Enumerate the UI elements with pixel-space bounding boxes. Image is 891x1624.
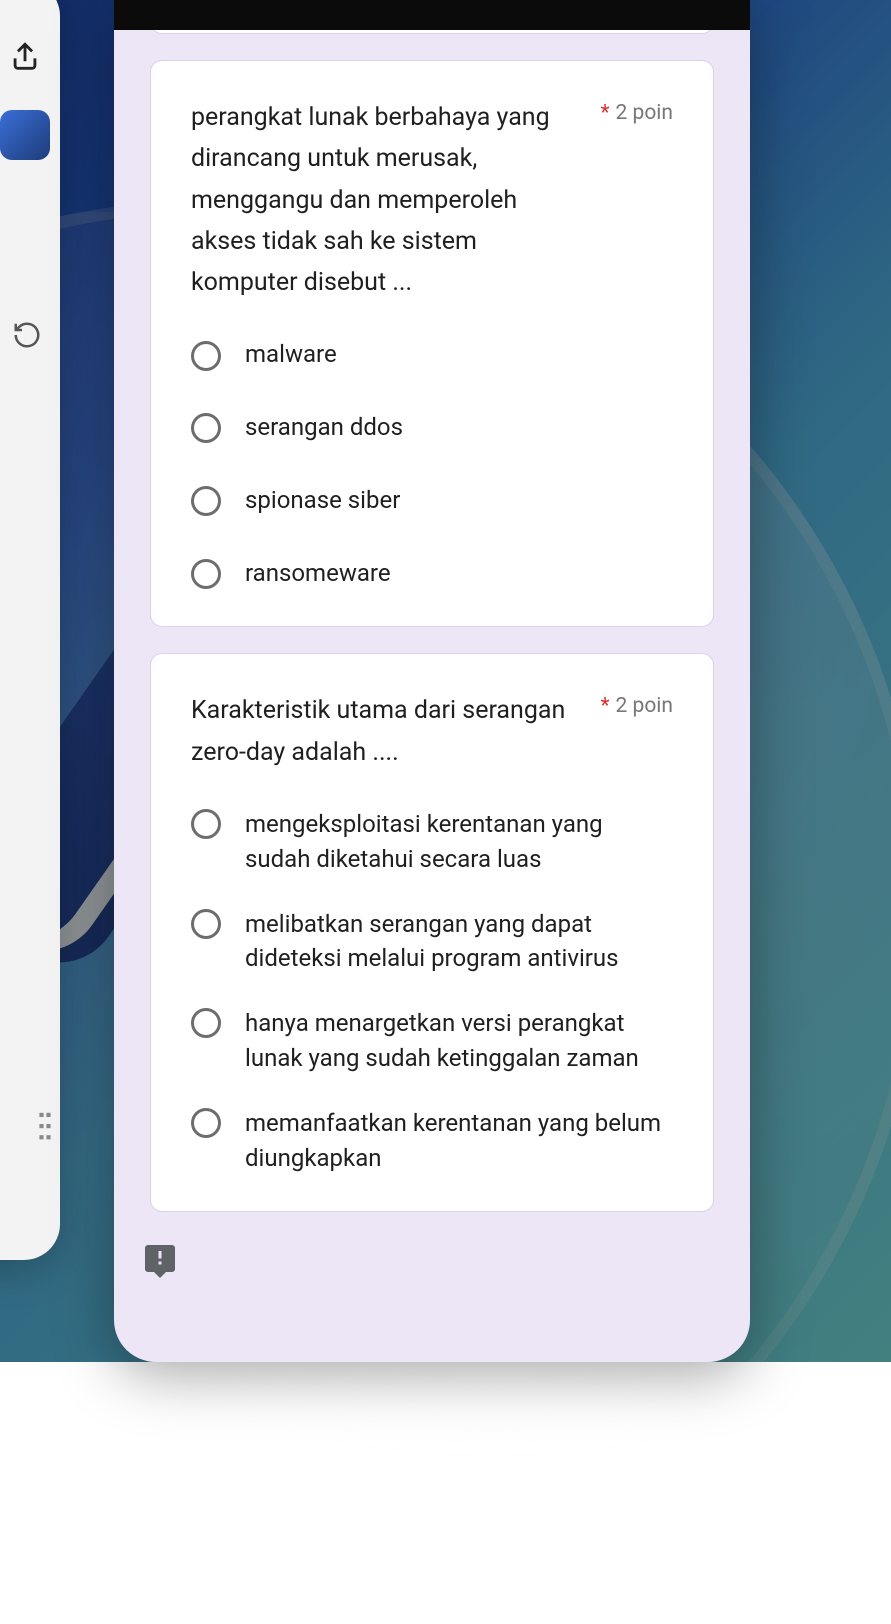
option-label: melibatkan serangan yang dapat dideteksi…: [245, 907, 673, 977]
radio-icon[interactable]: [191, 909, 221, 939]
app-thumbnail: [0, 110, 50, 160]
option-label: mengeksploitasi kerentanan yang sudah di…: [245, 807, 673, 877]
share-icon[interactable]: [8, 40, 42, 74]
option-row[interactable]: spionase siber: [191, 483, 673, 518]
options-group: malware serangan ddos spionase siber ran…: [191, 337, 673, 590]
radio-icon[interactable]: [191, 486, 221, 516]
option-label: serangan ddos: [245, 410, 403, 445]
radio-icon[interactable]: [191, 809, 221, 839]
question-points: 2 poin: [616, 101, 673, 125]
required-indicator: *: [600, 694, 609, 718]
radio-icon[interactable]: [191, 413, 221, 443]
form-panel: perangkat lunak berbahaya yang dirancang…: [114, 0, 750, 1362]
option-row[interactable]: hanya menargetkan versi perangkat lunak …: [191, 1006, 673, 1076]
question-card: perangkat lunak berbahaya yang dirancang…: [150, 60, 714, 627]
refresh-icon[interactable]: [12, 320, 42, 350]
option-row[interactable]: melibatkan serangan yang dapat dideteksi…: [191, 907, 673, 977]
question-header: perangkat lunak berbahaya yang dirancang…: [191, 97, 673, 303]
option-label: hanya menargetkan versi perangkat lunak …: [245, 1006, 673, 1076]
question-card: Karakteristik utama dari serangan zero-d…: [150, 653, 714, 1212]
form-scroll-area[interactable]: perangkat lunak berbahaya yang dirancang…: [114, 30, 750, 1362]
radio-icon[interactable]: [191, 559, 221, 589]
option-label: malware: [245, 337, 337, 372]
question-text: perangkat lunak berbahaya yang dirancang…: [191, 97, 582, 303]
radio-icon[interactable]: [191, 1008, 221, 1038]
radio-icon[interactable]: [191, 341, 221, 371]
radio-icon[interactable]: [191, 1108, 221, 1138]
option-row[interactable]: malware: [191, 337, 673, 372]
option-label: spionase siber: [245, 483, 400, 518]
status-bar: [114, 0, 750, 30]
option-row[interactable]: ransomeware: [191, 556, 673, 591]
required-indicator: *: [600, 101, 609, 125]
question-meta: * 2 poin: [600, 97, 673, 125]
report-icon[interactable]: [142, 1242, 178, 1274]
background-app-card[interactable]: [0, 0, 60, 1260]
option-label: ransomeware: [245, 556, 391, 591]
option-row[interactable]: mengeksploitasi kerentanan yang sudah di…: [191, 807, 673, 877]
question-meta: * 2 poin: [600, 690, 673, 718]
previous-question-card: [150, 30, 714, 34]
option-row[interactable]: serangan ddos: [191, 410, 673, 445]
question-text: Karakteristik utama dari serangan zero-d…: [191, 690, 582, 773]
option-label: memanfaatkan kerentanan yang belum diung…: [245, 1106, 673, 1176]
question-header: Karakteristik utama dari serangan zero-d…: [191, 690, 673, 773]
drag-handle-icon[interactable]: [38, 1110, 52, 1140]
options-group: mengeksploitasi kerentanan yang sudah di…: [191, 807, 673, 1175]
option-row[interactable]: memanfaatkan kerentanan yang belum diung…: [191, 1106, 673, 1176]
question-points: 2 poin: [616, 694, 673, 718]
